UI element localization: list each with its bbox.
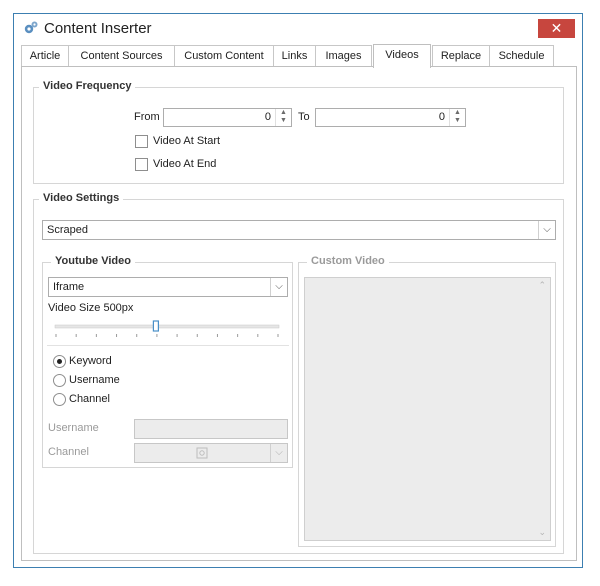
tab-links[interactable]: Links [273, 45, 316, 67]
spin-arrows-icon[interactable]: ▲ ▼ [275, 109, 291, 126]
channel-radio[interactable] [53, 393, 66, 406]
video-at-end-checkbox[interactable] [135, 158, 148, 171]
radio-selected-dot [57, 359, 62, 364]
from-value: 0 [264, 111, 271, 123]
tab-replace[interactable]: Replace [432, 45, 490, 67]
chevron-down-icon[interactable]: ⌵ [270, 278, 287, 296]
custom-video-textarea[interactable]: ⌃ ⌄ [304, 277, 551, 541]
username-field-label: Username [48, 422, 99, 434]
tab-videos[interactable]: Videos [373, 44, 431, 68]
youtube-video-group: Youtube Video Iframe ⌵ Video Size 500px … [42, 255, 293, 468]
close-button[interactable]: ✕ [538, 19, 575, 38]
channel-field-label: Channel [48, 446, 89, 458]
tab-article[interactable]: Article [21, 45, 69, 67]
close-icon: ✕ [550, 20, 563, 36]
video-size-label: Video Size 500px [48, 302, 134, 314]
chevron-down-icon[interactable]: ⌵ [538, 221, 555, 239]
scroll-up-icon[interactable]: ⌃ [538, 280, 546, 291]
embed-type-dropdown[interactable]: Iframe ⌵ [48, 277, 288, 297]
videos-tab-pane: Video Frequency From 0 ▲ ▼ To 0 ▲ ▼ Video … [21, 66, 577, 561]
channel-radio-label[interactable]: Channel [69, 393, 110, 405]
video-at-start-label[interactable]: Video At Start [153, 135, 220, 147]
tab-strip: Article Content Sources Custom Content L… [21, 44, 577, 68]
gears-icon [24, 21, 38, 34]
custom-video-group: Custom Video ⌃ ⌄ [298, 255, 556, 547]
username-radio-label[interactable]: Username [69, 374, 120, 386]
scroll-down-icon[interactable]: ⌄ [538, 527, 546, 538]
video-source-dropdown[interactable]: Scraped ⌵ [42, 220, 556, 240]
to-label: To [298, 111, 310, 123]
video-frequency-title: Video Frequency [39, 80, 136, 92]
tab-content-sources[interactable]: Content Sources [68, 45, 175, 67]
content-inserter-window: Content Inserter ✕ Article Content Sourc… [13, 13, 583, 568]
video-at-start-checkbox[interactable] [135, 135, 148, 148]
username-radio[interactable] [53, 374, 66, 387]
embed-type-value: Iframe [53, 281, 85, 293]
video-frequency-group: Video Frequency From 0 ▲ ▼ To 0 ▲ ▼ Video … [33, 80, 564, 184]
separator [47, 345, 289, 346]
keyword-radio[interactable] [53, 355, 66, 368]
spin-arrows-icon[interactable]: ▲ ▼ [449, 109, 465, 126]
video-size-slider[interactable] [53, 319, 283, 341]
youtube-video-title: Youtube Video [51, 255, 135, 267]
video-settings-title: Video Settings [39, 192, 124, 204]
tab-schedule[interactable]: Schedule [489, 45, 554, 67]
custom-video-title: Custom Video [307, 255, 389, 267]
slider-ticks [55, 334, 279, 337]
slider-thumb[interactable] [152, 320, 160, 332]
loading-icon [196, 447, 208, 459]
username-field[interactable] [134, 419, 288, 439]
from-spinner[interactable]: 0 ▲ ▼ [163, 108, 292, 127]
tab-custom-content[interactable]: Custom Content [174, 45, 274, 67]
video-source-value: Scraped [47, 224, 88, 236]
keyword-label[interactable]: Keyword [69, 355, 112, 367]
from-label: From [134, 111, 160, 123]
tab-images[interactable]: Images [315, 45, 372, 67]
title-bar: Content Inserter ✕ [14, 14, 582, 44]
video-settings-group: Video Settings Scraped ⌵ Youtube Video I… [33, 192, 564, 554]
video-at-end-label[interactable]: Video At End [153, 158, 216, 170]
channel-dropdown[interactable]: ⌵ [134, 443, 288, 463]
window-title: Content Inserter [44, 20, 152, 37]
to-spinner[interactable]: 0 ▲ ▼ [315, 108, 466, 127]
to-value: 0 [438, 111, 445, 123]
chevron-down-icon[interactable]: ⌵ [270, 444, 287, 462]
